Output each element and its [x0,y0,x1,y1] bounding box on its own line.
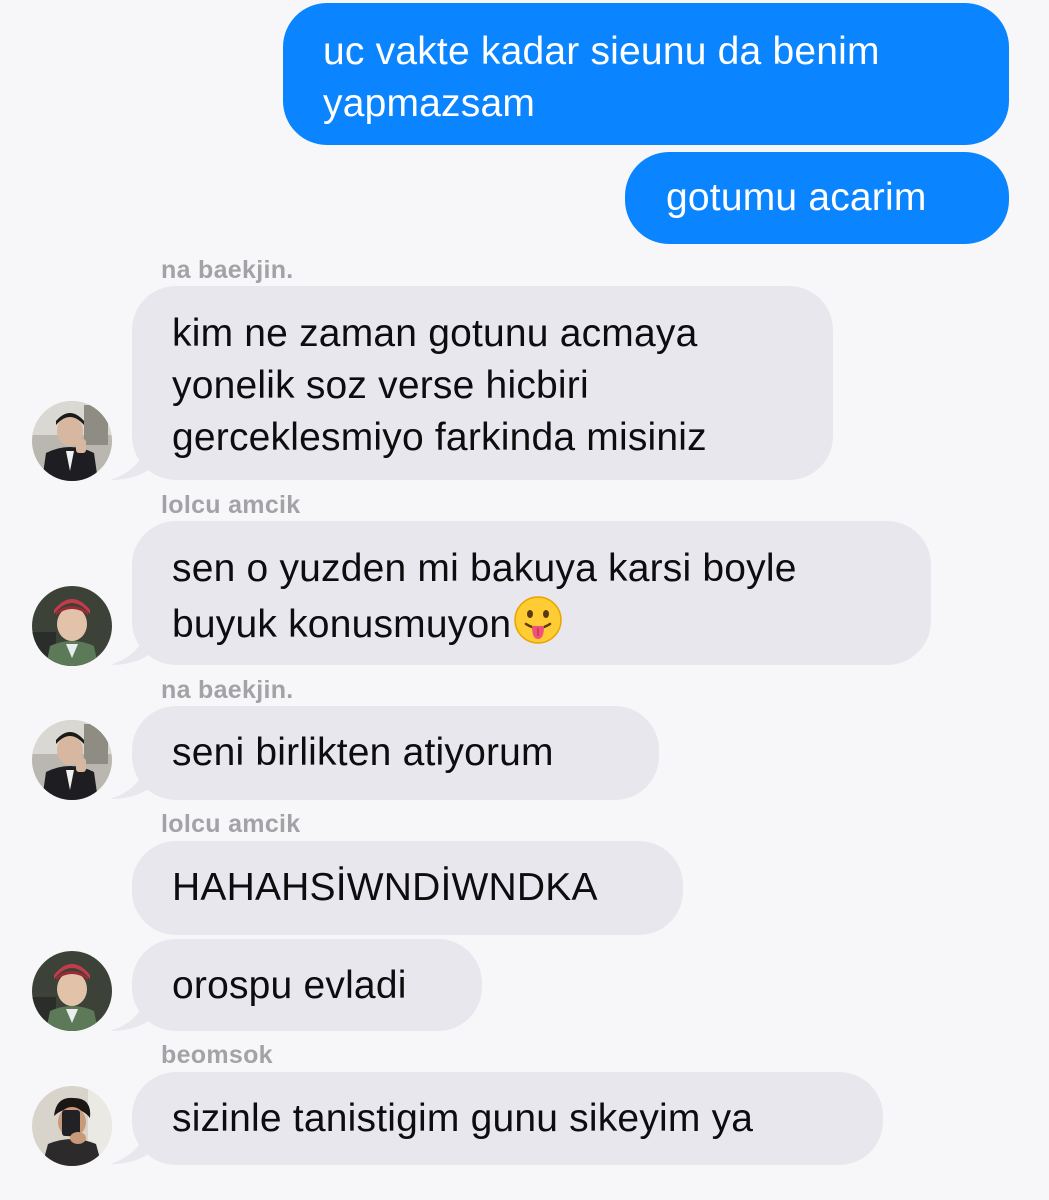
avatar-man-bandana[interactable] [32,951,112,1031]
message-text: sen o yuzden mi bakuya karsi boyle buyuk… [172,547,797,646]
sender-name: na baekjin. [161,676,294,704]
incoming-message-bubble[interactable]: sen o yuzden mi bakuya karsi boyle buyuk… [132,521,931,665]
message-thread: uc vakte kadar sieunu da benim yapmazsam… [0,0,1049,1200]
message-text: uc vakte kadar sieunu da benim yapmazsam [323,30,880,125]
avatar-man-suit[interactable] [32,401,112,481]
incoming-message-bubble[interactable]: seni birlikten atiyorum [132,706,659,800]
incoming-message-bubble[interactable]: orospu evladi [132,939,482,1031]
sender-name: beomsok [161,1041,273,1069]
message-text: orospu evladi [172,964,407,1007]
sender-name: lolcu amcik [161,491,301,519]
avatar-man-mirror-selfie[interactable] [32,1086,112,1166]
avatar-man-suit[interactable] [32,720,112,800]
sender-name: na baekjin. [161,256,294,284]
outgoing-message-bubble[interactable]: uc vakte kadar sieunu da benim yapmazsam [283,3,1009,145]
incoming-message-bubble[interactable]: sizinle tanistigim gunu sikeyim ya [132,1072,883,1165]
incoming-message-bubble[interactable]: HAHAHSİWNDİWNDKA [132,841,683,935]
sender-name: lolcu amcik [161,810,301,838]
outgoing-message-bubble[interactable]: gotumu acarim [625,152,1009,244]
message-text: seni birlikten atiyorum [172,731,554,774]
message-text: gotumu acarim [666,176,927,219]
face-with-tongue-emoji [514,596,562,644]
incoming-message-bubble[interactable]: kim ne zaman gotunu acmaya yonelik soz v… [132,286,833,480]
message-text: kim ne zaman gotunu acmaya yonelik soz v… [172,312,707,459]
message-text: HAHAHSİWNDİWNDKA [172,866,598,909]
message-text: sizinle tanistigim gunu sikeyim ya [172,1097,754,1140]
avatar-man-bandana[interactable] [32,586,112,666]
